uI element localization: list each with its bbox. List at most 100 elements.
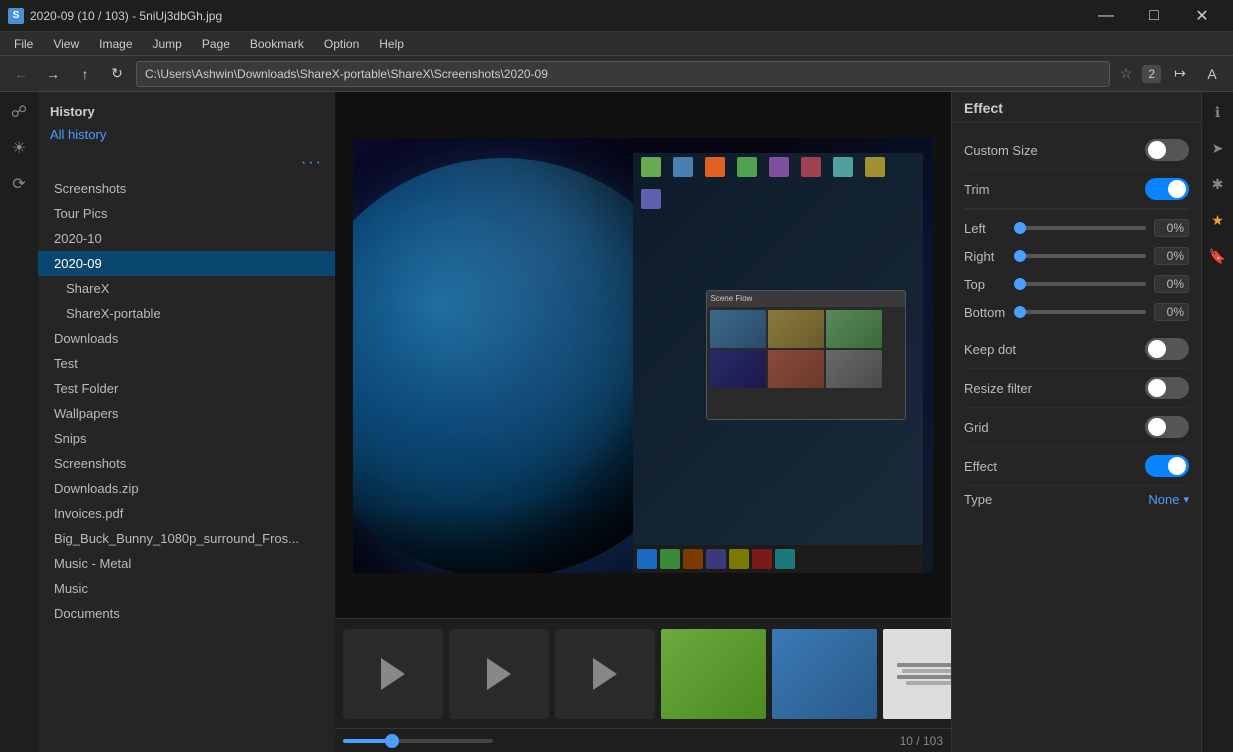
all-history-link[interactable]: All history xyxy=(38,123,335,150)
tree-item-big-buck-bunny[interactable]: Big_Buck_Bunny_1080p_surround_Fros... xyxy=(38,526,335,551)
close-button[interactable]: ✕ xyxy=(1179,0,1225,32)
filmstrip-thumb-3[interactable] xyxy=(883,629,951,719)
filmstrip-thumb-inner-3 xyxy=(883,629,951,719)
inner-window-content xyxy=(707,307,905,391)
tree-item-2020-10[interactable]: 2020-10 xyxy=(38,226,335,251)
star-icon: ☆ xyxy=(1120,65,1133,82)
play-triangle-2 xyxy=(487,658,511,690)
trim-top-slider[interactable] xyxy=(1014,282,1146,286)
trim-section: Left 0% Right 0% Top xyxy=(964,209,1189,330)
trim-row: Trim xyxy=(964,170,1189,209)
resize-filter-toggle[interactable] xyxy=(1145,377,1189,399)
trim-bottom-value: 0% xyxy=(1154,303,1189,321)
app-icon: S xyxy=(8,8,24,24)
trim-left-label: Left xyxy=(964,221,1006,236)
tree-item-screenshots2[interactable]: Screenshots xyxy=(38,451,335,476)
type-value-area[interactable]: None ▾ xyxy=(1148,492,1189,507)
tree-item-music-metal[interactable]: Music - Metal xyxy=(38,551,335,576)
share-button[interactable]: ↦ xyxy=(1167,61,1193,87)
play-button-3[interactable] xyxy=(555,629,655,719)
sparkle-icon[interactable]: ✱ xyxy=(1206,172,1230,196)
bookmark-icon[interactable]: 🔖 xyxy=(1206,244,1230,268)
history-icon[interactable]: ⟳ xyxy=(7,172,31,196)
refresh-button[interactable]: ↻ xyxy=(104,61,130,87)
custom-size-row: Custom Size xyxy=(964,131,1189,170)
maximize-button[interactable]: □ xyxy=(1131,0,1177,32)
thumb-6 xyxy=(826,350,882,388)
trim-bottom-label: Bottom xyxy=(964,305,1006,320)
taskbar-icon-5 xyxy=(729,549,749,569)
address-badge: 2 xyxy=(1142,65,1161,83)
back-button[interactable]: ← xyxy=(8,61,34,87)
filmstrip-thumb-1[interactable] xyxy=(661,629,766,719)
trim-right-value: 0% xyxy=(1154,247,1189,265)
panel-scroll: Custom Size Trim Left 0% xyxy=(952,123,1201,752)
trim-right-row: Right 0% xyxy=(964,242,1189,270)
tree-item-downloads[interactable]: Downloads xyxy=(38,326,335,351)
send-icon[interactable]: ➤ xyxy=(1206,136,1230,160)
type-label: Type xyxy=(964,492,992,507)
menu-view[interactable]: View xyxy=(43,35,89,53)
tree-item-snips[interactable]: Snips xyxy=(38,426,335,451)
sidebar-tree: History All history ··· Screenshots Tour… xyxy=(38,92,335,752)
desktop-icon-1 xyxy=(637,157,665,185)
taskbar-icon-7 xyxy=(775,549,795,569)
inner-window: Scene Flow xyxy=(706,290,906,420)
menu-jump[interactable]: Jump xyxy=(143,35,192,53)
effect-row: Effect xyxy=(964,447,1189,486)
address-input[interactable] xyxy=(136,61,1110,87)
menu-file[interactable]: File xyxy=(4,35,43,53)
tree-item-sharex-portable[interactable]: ShareX-portable xyxy=(38,301,335,326)
trim-bottom-slider[interactable] xyxy=(1014,310,1146,314)
tree-item-2020-09[interactable]: 2020-09 xyxy=(38,251,335,276)
progress-thumb[interactable] xyxy=(385,734,399,748)
menu-bookmark[interactable]: Bookmark xyxy=(240,35,314,53)
tree-item-screenshots[interactable]: Screenshots xyxy=(38,176,335,201)
tree-item-invoices[interactable]: Invoices.pdf xyxy=(38,501,335,526)
tree-item-music[interactable]: Music xyxy=(38,576,335,601)
menu-page[interactable]: Page xyxy=(192,35,240,53)
play-button-2[interactable] xyxy=(449,629,549,719)
play-button-1[interactable] xyxy=(343,629,443,719)
desktop-icon-7 xyxy=(829,157,857,185)
trim-right-slider[interactable] xyxy=(1014,254,1146,258)
forward-button[interactable]: → xyxy=(40,61,66,87)
tree-item-test[interactable]: Test xyxy=(38,351,335,376)
trim-left-row: Left 0% xyxy=(964,214,1189,242)
more-options-button[interactable]: ··· xyxy=(301,154,323,172)
filmstrip-thumb-2[interactable] xyxy=(772,629,877,719)
minimize-button[interactable]: — xyxy=(1083,0,1129,32)
menu-option[interactable]: Option xyxy=(314,35,369,53)
right-panel: Effect Custom Size Trim Left xyxy=(951,92,1201,752)
tree-item-wallpapers[interactable]: Wallpapers xyxy=(38,401,335,426)
info-icon[interactable]: ℹ xyxy=(1206,100,1230,124)
custom-size-toggle-thumb xyxy=(1148,141,1166,159)
menu-help[interactable]: Help xyxy=(369,35,414,53)
image-icon[interactable]: ☀ xyxy=(7,136,31,160)
reader-button[interactable]: A xyxy=(1199,61,1225,87)
grid-toggle[interactable] xyxy=(1145,416,1189,438)
menu-image[interactable]: Image xyxy=(89,35,142,53)
title-bar: S 2020-09 (10 / 103) - 5niUj3dbGh.jpg — … xyxy=(0,0,1233,32)
main-image: Scene Flow xyxy=(353,138,933,573)
trim-top-thumb xyxy=(1014,278,1026,290)
taskbar-icon-4 xyxy=(706,549,726,569)
sidebar-header: History xyxy=(38,96,335,123)
keep-dot-toggle[interactable] xyxy=(1145,338,1189,360)
effect-toggle[interactable] xyxy=(1145,455,1189,477)
trim-toggle[interactable] xyxy=(1145,178,1189,200)
tree-item-tour-pics[interactable]: Tour Pics xyxy=(38,201,335,226)
tree-item-test-folder[interactable]: Test Folder xyxy=(38,376,335,401)
custom-size-toggle[interactable] xyxy=(1145,139,1189,161)
trim-left-slider[interactable] xyxy=(1014,226,1146,230)
library-icon[interactable]: ☍ xyxy=(7,100,31,124)
desktop-background: Scene Flow xyxy=(633,153,923,545)
trim-left-value: 0% xyxy=(1154,219,1189,237)
tree-item-sharex[interactable]: ShareX xyxy=(38,276,335,301)
trim-top-row: Top 0% xyxy=(964,270,1189,298)
thumb-4 xyxy=(710,350,766,388)
tree-item-downloads-zip[interactable]: Downloads.zip xyxy=(38,476,335,501)
tree-item-documents[interactable]: Documents xyxy=(38,601,335,626)
star-icon[interactable]: ★ xyxy=(1206,208,1230,232)
up-button[interactable]: ↑ xyxy=(72,61,98,87)
